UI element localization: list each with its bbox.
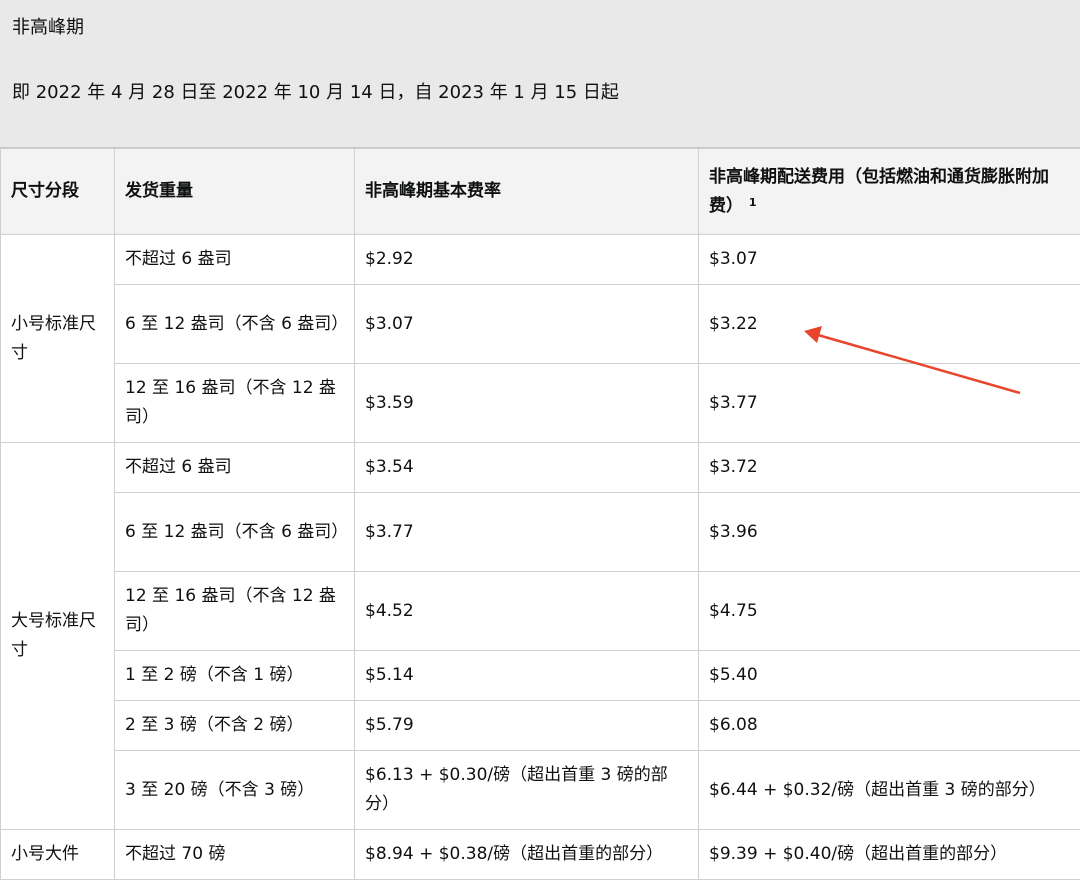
weight-cell: 6 至 12 盎司（不含 6 盎司） <box>115 285 355 364</box>
size-tier-cell: 小号大件 <box>1 830 115 880</box>
base-rate-cell: $2.92 <box>355 235 699 285</box>
period-dates: 即 2022 年 4 月 28 日至 2022 年 10 月 14 日，自 20… <box>12 78 619 104</box>
size-tier-cell: 小号标准尺寸 <box>1 235 115 443</box>
table-row: 大号标准尺寸 不超过 6 盎司 $3.54 $3.72 <box>1 443 1080 493</box>
weight-cell: 3 至 20 磅（不含 3 磅） <box>115 751 355 830</box>
table-row: 小号标准尺寸 不超过 6 盎司 $2.92 $3.07 <box>1 235 1080 285</box>
weight-cell: 12 至 16 盎司（不含 12 盎司） <box>115 364 355 443</box>
fee-cell: $4.75 <box>699 572 1080 651</box>
fee-cell: $5.40 <box>699 651 1080 701</box>
period-banner: 非高峰期 即 2022 年 4 月 28 日至 2022 年 10 月 14 日… <box>0 0 1080 148</box>
table-row: 12 至 16 盎司（不含 12 盎司） $3.59 $3.77 <box>1 364 1080 443</box>
weight-cell: 不超过 6 盎司 <box>115 443 355 493</box>
rate-table: 尺寸分段 发货重量 非高峰期基本费率 非高峰期配送费用（包括燃油和通货膨胀附加费… <box>0 148 1080 880</box>
fee-cell: $6.44 + $0.32/磅（超出首重 3 磅的部分） <box>699 751 1080 830</box>
weight-cell: 不超过 70 磅 <box>115 830 355 880</box>
table-row: 12 至 16 盎司（不含 12 盎司） $4.52 $4.75 <box>1 572 1080 651</box>
table-row: 6 至 12 盎司（不含 6 盎司） $3.77 $3.96 <box>1 493 1080 572</box>
base-rate-cell: $3.59 <box>355 364 699 443</box>
base-rate-cell: $3.07 <box>355 285 699 364</box>
fee-cell: $3.96 <box>699 493 1080 572</box>
fee-cell: $3.22 <box>699 285 1080 364</box>
table-row: 3 至 20 磅（不含 3 磅） $6.13 + $0.30/磅（超出首重 3 … <box>1 751 1080 830</box>
fee-cell: $3.77 <box>699 364 1080 443</box>
header-base-rate: 非高峰期基本费率 <box>355 149 699 235</box>
base-rate-cell: $3.77 <box>355 493 699 572</box>
period-title: 非高峰期 <box>12 13 84 39</box>
weight-cell: 2 至 3 磅（不含 2 磅） <box>115 701 355 751</box>
header-weight: 发货重量 <box>115 149 355 235</box>
base-rate-cell: $8.94 + $0.38/磅（超出首重的部分） <box>355 830 699 880</box>
table-row: 1 至 2 磅（不含 1 磅） $5.14 $5.40 <box>1 651 1080 701</box>
weight-cell: 1 至 2 磅（不含 1 磅） <box>115 651 355 701</box>
weight-cell: 6 至 12 盎司（不含 6 盎司） <box>115 493 355 572</box>
weight-cell: 不超过 6 盎司 <box>115 235 355 285</box>
header-size-tier: 尺寸分段 <box>1 149 115 235</box>
base-rate-cell: $6.13 + $0.30/磅（超出首重 3 磅的部分） <box>355 751 699 830</box>
base-rate-cell: $5.14 <box>355 651 699 701</box>
table-header-row: 尺寸分段 发货重量 非高峰期基本费率 非高峰期配送费用（包括燃油和通货膨胀附加费… <box>1 149 1080 235</box>
fee-cell: $3.72 <box>699 443 1080 493</box>
weight-cell: 12 至 16 盎司（不含 12 盎司） <box>115 572 355 651</box>
table-row: 2 至 3 磅（不含 2 磅） $5.79 $6.08 <box>1 701 1080 751</box>
base-rate-cell: $3.54 <box>355 443 699 493</box>
fee-cell: $3.07 <box>699 235 1080 285</box>
fee-cell: $9.39 + $0.40/磅（超出首重的部分） <box>699 830 1080 880</box>
base-rate-cell: $4.52 <box>355 572 699 651</box>
header-fee-label: 非高峰期配送费用（包括燃油和通货膨胀附加费） <box>709 167 1049 216</box>
size-tier-cell: 大号标准尺寸 <box>1 443 115 830</box>
base-rate-cell: $5.79 <box>355 701 699 751</box>
fee-cell: $6.08 <box>699 701 1080 751</box>
footnote-marker: 1 <box>749 196 757 209</box>
table-row: 小号大件 不超过 70 磅 $8.94 + $0.38/磅（超出首重的部分） $… <box>1 830 1080 880</box>
header-fulfillment-fee: 非高峰期配送费用（包括燃油和通货膨胀附加费） 1 <box>699 149 1080 235</box>
table-row: 6 至 12 盎司（不含 6 盎司） $3.07 $3.22 <box>1 285 1080 364</box>
